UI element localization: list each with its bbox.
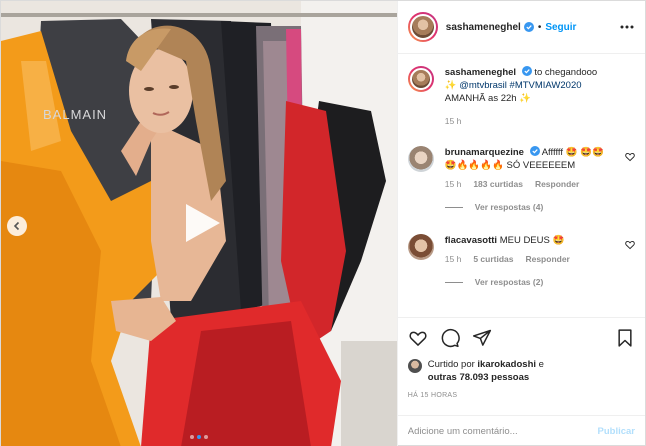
- sparkle-emoji: ✨: [519, 93, 532, 104]
- reply-button[interactable]: Responder: [535, 179, 579, 189]
- share-plane-icon[interactable]: [472, 328, 492, 348]
- svg-text:BALMAIN: BALMAIN: [43, 107, 107, 122]
- add-comment-bar: Publicar: [397, 415, 645, 446]
- liked-by-user[interactable]: ikarokadoshi: [477, 359, 536, 370]
- heart-icon[interactable]: [625, 240, 635, 250]
- comments-list: sashameneghel to chegandooo ✨ @mtvbrasil…: [398, 54, 645, 317]
- post-timestamp: HÁ 15 HORAS: [407, 392, 458, 399]
- comment-time: 15 h: [444, 179, 462, 189]
- follow-button[interactable]: Seguir: [545, 22, 576, 33]
- comment-bubble-icon[interactable]: [440, 328, 460, 348]
- more-options-button[interactable]: [619, 19, 635, 35]
- carousel-dot-active: [196, 435, 201, 439]
- comment-time: 15 h: [444, 254, 462, 264]
- chevron-left-icon: [13, 221, 20, 231]
- caption: sashameneghel to chegandooo ✨ @mtvbrasil…: [407, 66, 635, 126]
- verified-icon: [529, 146, 540, 156]
- verified-icon: [521, 66, 532, 76]
- play-icon[interactable]: [176, 198, 226, 248]
- comment-item: flacavasotti MEU DEUS 🤩 15 h 5 curtidas …: [407, 234, 635, 264]
- avatar[interactable]: [407, 146, 434, 172]
- view-replies-button[interactable]: Ver respostas (2): [444, 277, 635, 287]
- comment-likes[interactable]: 5 curtidas: [473, 254, 513, 264]
- comment-input[interactable]: [407, 426, 598, 437]
- view-replies-label: Ver respostas (2): [474, 277, 544, 287]
- caption-text: AMANHÃ as 22h: [444, 93, 517, 104]
- post-window: BALMAIN sashameneghel • Seguir sashamene…: [0, 0, 646, 446]
- reply-button[interactable]: Responder: [525, 254, 569, 264]
- publish-button[interactable]: Publicar: [598, 426, 636, 437]
- ellipsis-icon: [620, 25, 634, 29]
- post-header: sashameneghel • Seguir: [397, 1, 645, 54]
- mention-link[interactable]: @mtvbrasil: [459, 80, 507, 91]
- liked-by-prefix: Curtido por: [427, 359, 475, 370]
- post-side-panel: sashameneghel • Seguir sashameneghel to …: [396, 1, 645, 446]
- likes-summary: Curtido por ikarokadoshi e outras 78.093…: [407, 358, 635, 384]
- carousel-previous-button[interactable]: [7, 216, 27, 236]
- sparkle-emoji: ✨: [444, 80, 457, 91]
- caption-username[interactable]: sashameneghel: [445, 67, 516, 78]
- liked-by-others[interactable]: outras 78.093 pessoas: [428, 372, 529, 383]
- avatar[interactable]: [407, 66, 434, 92]
- comment-likes[interactable]: 183 curtidas: [473, 179, 523, 189]
- carousel-dot: [203, 435, 208, 439]
- verified-icon: [523, 22, 534, 32]
- comment-username[interactable]: flacavasotti: [445, 235, 497, 246]
- bookmark-icon[interactable]: [615, 328, 635, 348]
- avatar[interactable]: [407, 234, 434, 260]
- caption-text: to chegandooo: [534, 67, 598, 78]
- post-media[interactable]: BALMAIN: [1, 1, 397, 446]
- author-username[interactable]: sashameneghel: [446, 22, 521, 33]
- avatar[interactable]: [407, 12, 438, 42]
- separator-dot: •: [537, 21, 542, 33]
- carousel-dot: [189, 435, 194, 439]
- comment-text: MEU DEUS 🤩: [499, 235, 565, 246]
- avatar[interactable]: [407, 359, 422, 373]
- carousel-indicator: [1, 435, 397, 439]
- liked-by-conj: e: [538, 359, 544, 370]
- comment-item: brunamarquezine Affffff 🤩 🤩🤩🤩🔥🔥🔥🔥 SÓ VEE…: [407, 146, 635, 189]
- heart-icon[interactable]: [625, 152, 635, 162]
- comment-username[interactable]: brunamarquezine: [445, 147, 524, 158]
- post-actions: Curtido por ikarokadoshi e outras 78.093…: [397, 317, 645, 446]
- like-heart-icon[interactable]: [408, 328, 428, 348]
- view-replies-button[interactable]: Ver respostas (4): [444, 202, 635, 212]
- hashtag-link[interactable]: #MTVMIAW2020: [510, 80, 582, 91]
- view-replies-label: Ver respostas (4): [474, 202, 544, 212]
- caption-time: 15 h: [444, 116, 462, 126]
